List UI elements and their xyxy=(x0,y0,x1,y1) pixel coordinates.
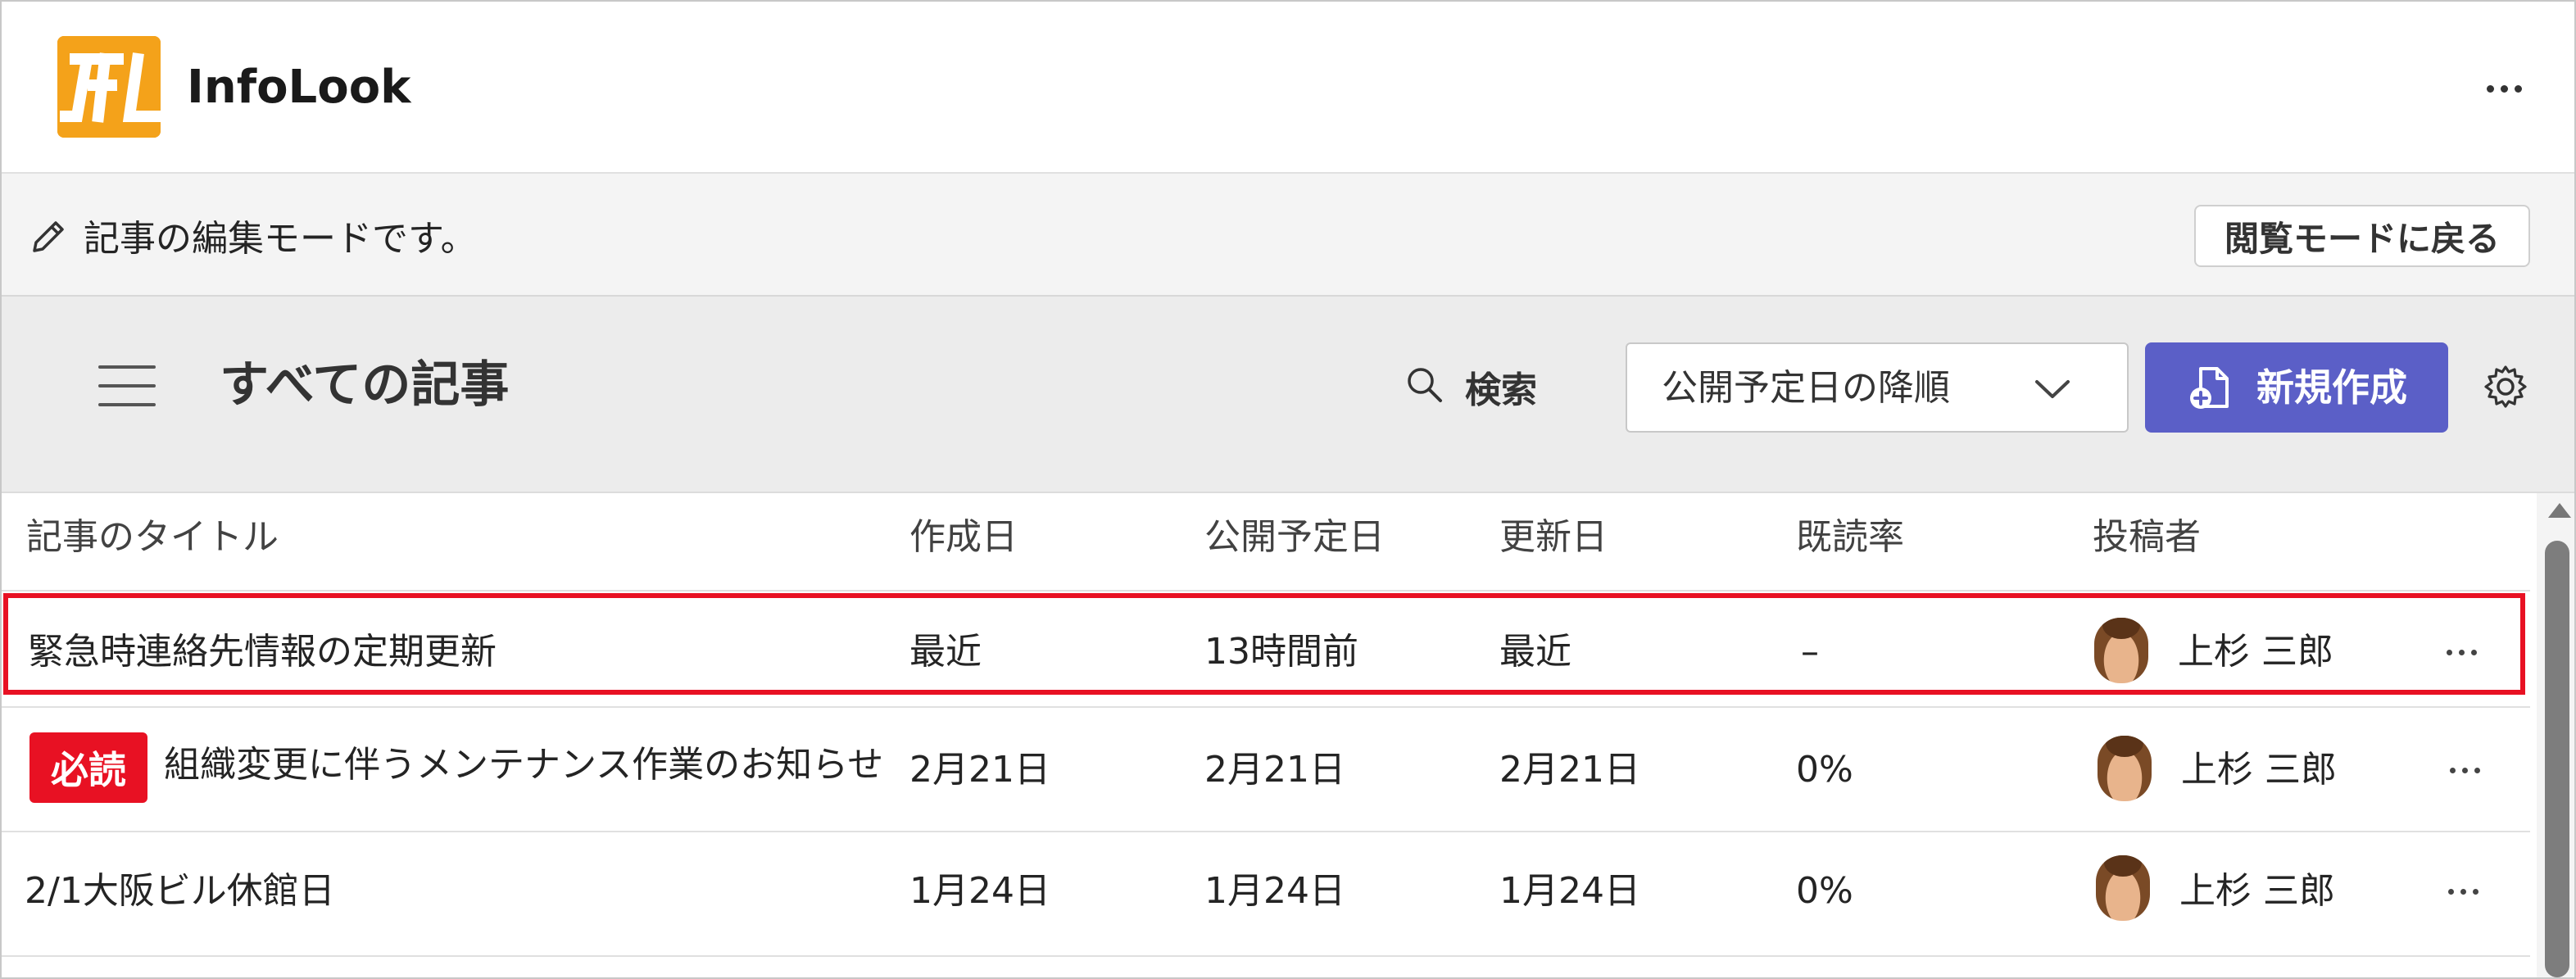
row-divider xyxy=(2,955,2530,957)
scrollbar-thumb[interactable] xyxy=(2545,541,2569,977)
row-divider xyxy=(2,590,2530,591)
infolook-logo xyxy=(57,36,161,138)
new-document-icon xyxy=(2188,364,2235,415)
article-title[interactable]: 2/1大阪ビル休館日 xyxy=(25,868,335,914)
read-rate: – xyxy=(1801,631,1819,673)
search-button[interactable]: 検索 xyxy=(1404,362,1537,411)
read-rate: 0% xyxy=(1796,870,1853,912)
row-more-icon[interactable] xyxy=(2435,636,2488,669)
more-horizontal-icon[interactable] xyxy=(2478,72,2530,105)
row-more-icon[interactable] xyxy=(2437,875,2489,908)
created-date: 最近 xyxy=(909,631,982,673)
avatar xyxy=(2096,855,2150,921)
read-rate: 0% xyxy=(1796,749,1853,791)
page-title: すべての記事 xyxy=(220,356,510,414)
app-title: InfoLook xyxy=(187,61,411,114)
avatar xyxy=(2094,618,2148,683)
updated-date: 最近 xyxy=(1499,631,1571,673)
app-window: InfoLook 記事の編集モードです。 閲覧モードに戻る すべての記事 検索 … xyxy=(0,0,2576,979)
sort-selected-value: 公開予定日の降順 xyxy=(1662,367,1950,409)
author-name: 上杉 三郎 xyxy=(2181,749,2337,791)
chevron-down-icon xyxy=(2034,374,2071,406)
scheduled-date: 2月21日 xyxy=(1204,749,1345,791)
hamburger-icon[interactable] xyxy=(98,365,156,406)
article-title[interactable]: 緊急時連絡先情報の定期更新 xyxy=(28,629,497,675)
article-title[interactable]: 組織変更に伴うメンテナンス作業のお知らせ xyxy=(164,742,883,788)
author-name: 上杉 三郎 xyxy=(2179,870,2335,912)
updated-date: 2月21日 xyxy=(1499,749,1640,791)
new-article-label: 新規作成 xyxy=(2256,365,2407,410)
row-divider xyxy=(2,706,2530,708)
created-date: 2月21日 xyxy=(909,749,1050,791)
back-to-view-mode-button[interactable]: 閲覧モードに戻る xyxy=(2194,205,2530,267)
column-header-title[interactable]: 記事のタイトル xyxy=(26,514,279,560)
column-header-updated[interactable]: 更新日 xyxy=(1499,514,1608,560)
column-header-scheduled[interactable]: 公開予定日 xyxy=(1204,514,1385,560)
new-article-button[interactable]: 新規作成 xyxy=(2145,342,2448,433)
sort-order-dropdown[interactable]: 公開予定日の降順 xyxy=(1626,342,2129,433)
column-header-created[interactable]: 作成日 xyxy=(909,514,1018,560)
gear-icon[interactable] xyxy=(2481,362,2530,415)
pencil-icon xyxy=(26,216,69,262)
column-header-read-rate[interactable]: 既読率 xyxy=(1796,514,1904,560)
row-more-icon[interactable] xyxy=(2438,754,2491,786)
updated-date: 1月24日 xyxy=(1499,870,1640,912)
row-divider xyxy=(2,831,2530,832)
search-label: 検索 xyxy=(1465,369,1537,411)
scheduled-date: 13時間前 xyxy=(1204,631,1358,673)
created-date: 1月24日 xyxy=(909,870,1050,912)
app-header: InfoLook xyxy=(2,2,2574,174)
required-badge: 必読 xyxy=(29,732,147,803)
author-name: 上杉 三郎 xyxy=(2178,631,2333,673)
scroll-up-arrow-icon[interactable] xyxy=(2548,503,2571,518)
scheduled-date: 1月24日 xyxy=(1204,870,1345,912)
avatar xyxy=(2098,736,2152,801)
column-header-author[interactable]: 投稿者 xyxy=(2093,514,2201,560)
edit-mode-message: 記事の編集モードです。 xyxy=(84,218,477,260)
search-icon xyxy=(1404,365,1445,409)
